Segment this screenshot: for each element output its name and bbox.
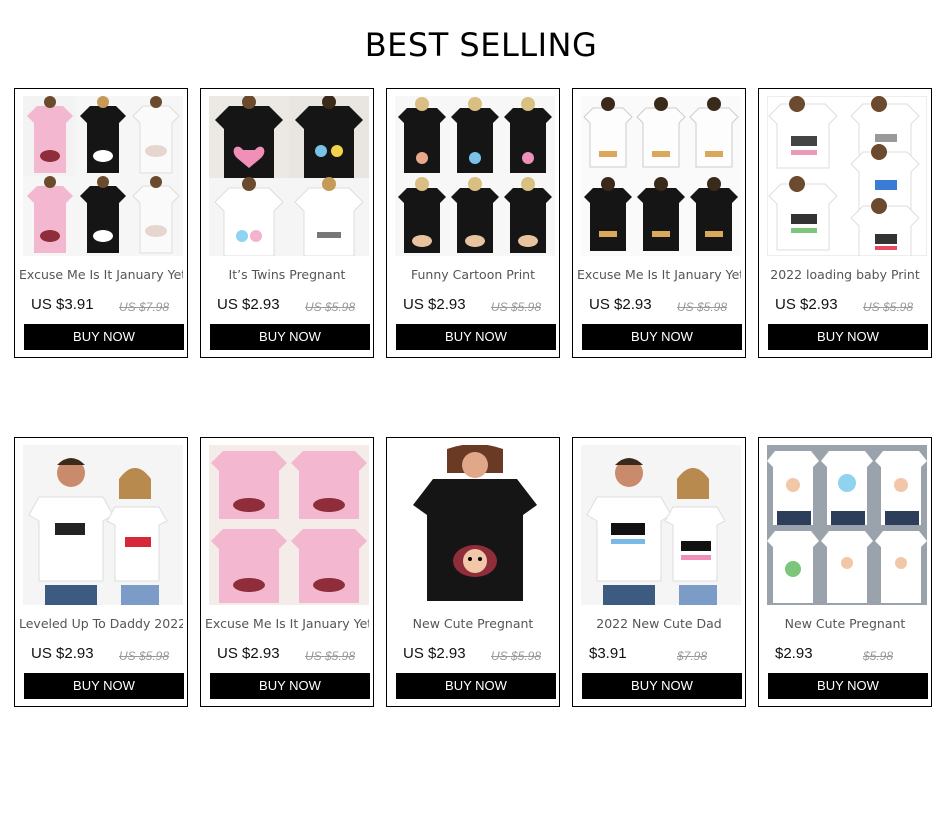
product-card[interactable]: 2022 loading baby Print US $2.93 US $5.9…: [758, 88, 932, 358]
product-image[interactable]: [395, 445, 555, 605]
couple-papa-mama-tees-image: [23, 445, 183, 605]
product-card[interactable]: Excuse Me Is It January Yet US $2.93 US …: [572, 88, 746, 358]
product-image[interactable]: [767, 445, 927, 605]
product-card[interactable]: Excuse Me Is It January Yet US $2.93 US …: [200, 437, 374, 707]
product-price: US $3.91: [31, 296, 94, 313]
product-title[interactable]: 2022 New Cute Dad: [577, 616, 741, 633]
product-image[interactable]: [767, 96, 927, 256]
product-old-price: US $7.98: [119, 300, 170, 314]
product-price: $3.91: [589, 645, 627, 662]
product-image[interactable]: [395, 96, 555, 256]
product-title[interactable]: New Cute Pregnant: [391, 616, 555, 633]
product-image[interactable]: [581, 96, 741, 256]
cartoon-print-tees-image: [395, 96, 555, 256]
product-title[interactable]: Excuse Me Is It January Yet: [577, 267, 741, 284]
product-price: US $2.93: [31, 645, 94, 662]
product-title[interactable]: Leveled Up To Daddy 2022: [19, 616, 183, 633]
product-price: US $2.93: [403, 645, 466, 662]
loading-baby-tees-image: [767, 96, 927, 256]
product-card[interactable]: Leveled Up To Daddy 2022 US $2.93 US $5.…: [14, 437, 188, 707]
product-card[interactable]: 2022 New Cute Dad $3.91 $7.98 BUY NOW: [572, 437, 746, 707]
product-price: US $2.93: [589, 296, 652, 313]
product-price: US $2.93: [775, 296, 838, 313]
product-image[interactable]: [209, 445, 369, 605]
product-title[interactable]: Excuse Me Is It January Yet: [205, 616, 369, 633]
product-old-price: US $5.98: [305, 300, 356, 314]
pink-black-white-tees-image: [23, 96, 183, 256]
product-image[interactable]: [581, 445, 741, 605]
product-old-price: US $5.98: [863, 300, 914, 314]
product-price: US $2.93: [217, 296, 280, 313]
section-title: BEST SELLING: [364, 26, 598, 64]
buy-now-button[interactable]: BUY NOW: [210, 673, 370, 699]
product-image[interactable]: [23, 445, 183, 605]
buy-now-button[interactable]: BUY NOW: [396, 324, 556, 350]
product-title[interactable]: It’s Twins Pregnant: [205, 267, 369, 284]
product-old-price: US $5.98: [677, 300, 728, 314]
buy-now-button[interactable]: BUY NOW: [582, 673, 742, 699]
buy-now-button[interactable]: BUY NOW: [396, 673, 556, 699]
product-card[interactable]: Excuse Me Is It January Yet US $3.91 US …: [14, 88, 188, 358]
buy-now-button[interactable]: BUY NOW: [210, 324, 370, 350]
product-price: $2.93: [775, 645, 813, 662]
pink-tees-grid-image: [209, 445, 369, 605]
product-old-price: $7.98: [677, 649, 708, 663]
product-image[interactable]: [23, 96, 183, 256]
black-peeking-baby-tee-image: [395, 445, 555, 605]
buy-now-button[interactable]: BUY NOW: [768, 673, 928, 699]
product-image[interactable]: [209, 96, 369, 256]
product-card[interactable]: It’s Twins Pregnant US $2.93 US $5.98 BU…: [200, 88, 374, 358]
buy-now-button[interactable]: BUY NOW: [582, 324, 742, 350]
product-title[interactable]: Funny Cartoon Print: [391, 267, 555, 284]
product-price: US $2.93: [217, 645, 280, 662]
product-card[interactable]: Funny Cartoon Print US $2.93 US $5.98 BU…: [386, 88, 560, 358]
couple-dad-mom-tees-image: [581, 445, 741, 605]
product-card[interactable]: New Cute Pregnant $2.93 $5.98 BUY NOW: [758, 437, 932, 707]
buy-now-button[interactable]: BUY NOW: [24, 324, 184, 350]
product-old-price: US $5.98: [491, 300, 542, 314]
product-title[interactable]: New Cute Pregnant: [763, 616, 927, 633]
twins-tees-image: [209, 96, 369, 256]
product-title[interactable]: Excuse Me Is It January Yet: [19, 267, 183, 284]
product-old-price: $5.98: [863, 649, 894, 663]
product-old-price: US $5.98: [305, 649, 356, 663]
buy-now-button[interactable]: BUY NOW: [768, 324, 928, 350]
product-old-price: US $5.98: [491, 649, 542, 663]
white-black-tees-image: [581, 96, 741, 256]
product-title[interactable]: 2022 loading baby Print: [763, 267, 927, 284]
buy-now-button[interactable]: BUY NOW: [24, 673, 184, 699]
product-price: US $2.93: [403, 296, 466, 313]
white-baby-print-tees-image: [767, 445, 927, 605]
product-grid: Excuse Me Is It January Yet US $3.91 US …: [14, 88, 944, 728]
product-card[interactable]: New Cute Pregnant US $2.93 US $5.98 BUY …: [386, 437, 560, 707]
product-old-price: US $5.98: [119, 649, 170, 663]
